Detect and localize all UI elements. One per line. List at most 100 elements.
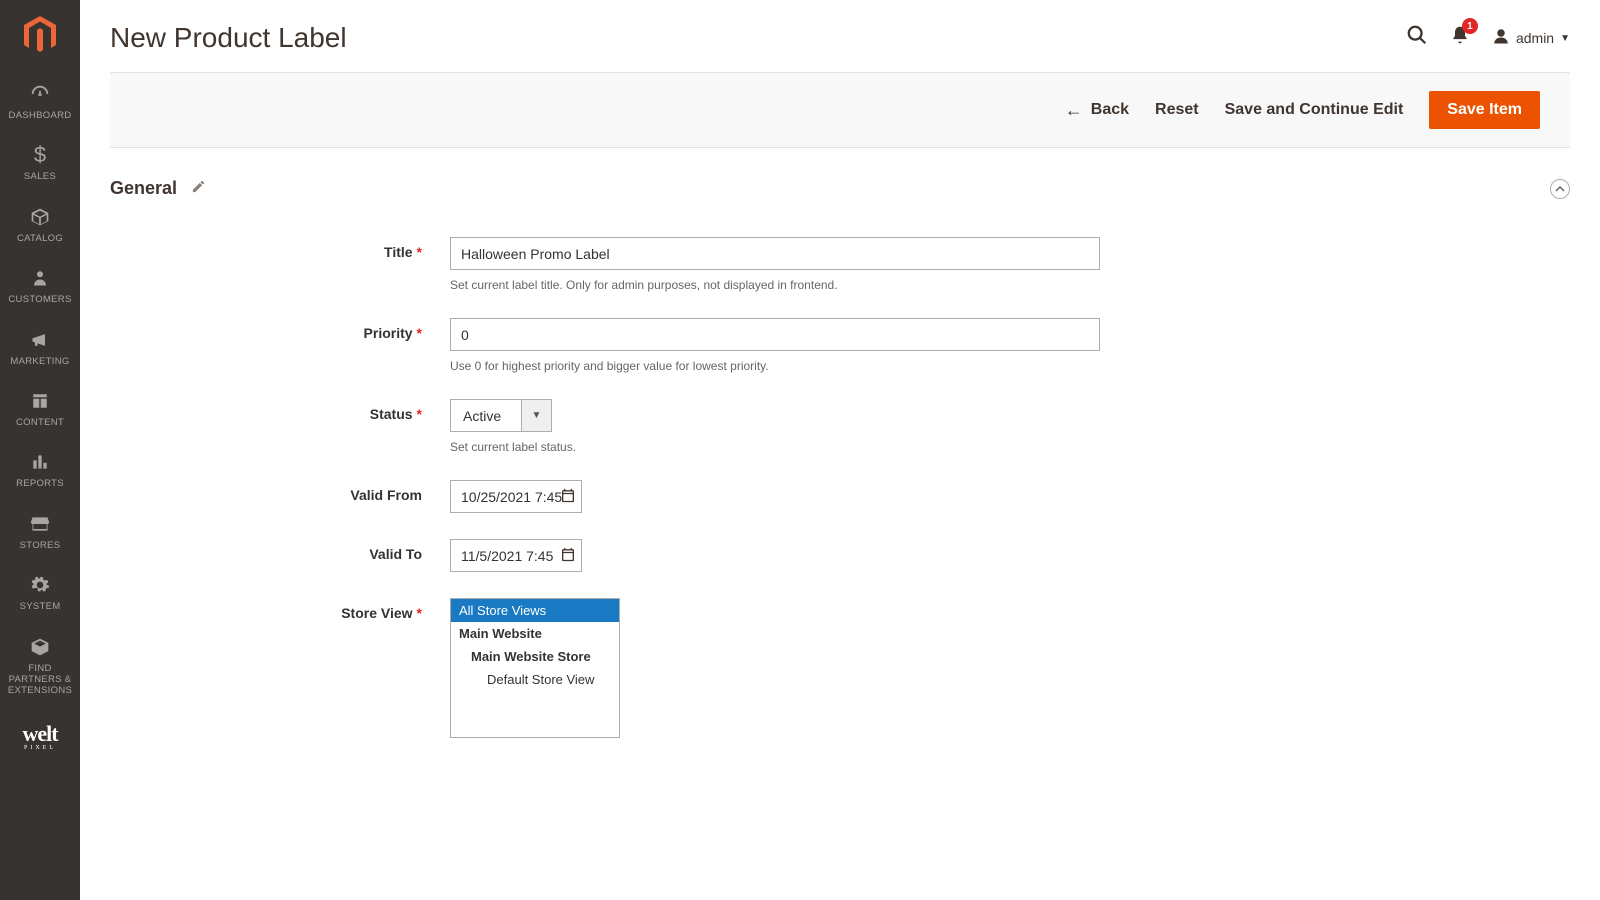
notification-count-badge: 1 [1462,18,1478,34]
bar-chart-icon [30,450,50,474]
sidebar-item-content[interactable]: CONTENT [0,377,80,438]
welt-logo-text: welt [22,721,57,746]
collapse-icon[interactable] [1550,179,1570,199]
priority-input[interactable] [450,318,1100,351]
valid-to-label: Valid To [140,539,450,562]
title-row: Title* Set current label title. Only for… [140,237,1540,292]
store-view-field: All Store Views Main Website Main Websit… [450,598,620,738]
sidebar-item-marketing[interactable]: MARKETING [0,316,80,377]
save-item-button[interactable]: Save Item [1429,91,1540,129]
chevron-down-icon: ▼ [522,399,552,432]
priority-label: Priority* [140,318,450,341]
puzzle-icon [30,635,50,659]
box-icon [30,205,50,229]
store-option-default-store-view[interactable]: Default Store View [451,668,619,691]
section-title: General [110,178,206,199]
status-value: Active [450,399,522,432]
user-menu[interactable]: admin ▼ [1492,26,1570,51]
main-content: New Product Label 1 admin ▼ ← Bac [80,0,1600,804]
sidebar-item-label: CUSTOMERS [8,294,71,305]
priority-help: Use 0 for highest priority and bigger va… [450,359,1100,373]
store-view-multiselect[interactable]: All Store Views Main Website Main Websit… [450,598,620,738]
dollar-icon: $ [34,143,46,167]
store-icon [29,512,51,536]
save-continue-button[interactable]: Save and Continue Edit [1225,101,1404,119]
page-header: New Product Label 1 admin ▼ [80,0,1600,72]
general-section: General Title* Set current label title. … [80,148,1600,804]
store-option-main-website-store[interactable]: Main Website Store [451,645,619,668]
status-select[interactable]: Active ▼ [450,399,552,432]
page-title: New Product Label [110,22,347,54]
sidebar-item-label: MARKETING [10,356,69,367]
valid-from-label: Valid From [140,480,450,503]
sidebar-item-label: SALES [24,171,56,182]
layout-icon [30,389,50,413]
reset-label: Reset [1155,101,1199,119]
required-indicator: * [417,605,422,621]
title-help: Set current label title. Only for admin … [450,278,1100,292]
sidebar-item-sales[interactable]: $ SALES [0,131,80,192]
status-label: Status* [140,399,450,422]
valid-from-field [450,480,582,513]
arrow-left-icon: ← [1065,100,1083,121]
title-input[interactable] [450,237,1100,270]
status-help: Set current label status. [450,440,1100,454]
pencil-icon[interactable] [191,179,206,198]
back-button[interactable]: ← Back [1065,100,1129,121]
sidebar-item-partners[interactable]: FIND PARTNERS & EXTENSIONS [0,623,80,707]
store-view-label: Store View* [140,598,450,621]
save-continue-label: Save and Continue Edit [1225,101,1404,119]
sidebar-item-system[interactable]: SYSTEM [0,561,80,622]
section-header: General [110,178,1570,199]
required-indicator: * [417,244,422,260]
priority-row: Priority* Use 0 for highest priority and… [140,318,1540,373]
calendar-icon[interactable] [560,546,576,565]
header-actions: 1 admin ▼ [1406,24,1570,52]
valid-to-row: Valid To [140,539,1540,572]
dashboard-icon [29,82,51,106]
magento-logo-icon [23,16,57,54]
action-bar: ← Back Reset Save and Continue Edit Save… [110,72,1570,148]
sidebar-item-label: CATALOG [17,233,63,244]
priority-field: Use 0 for highest priority and bigger va… [450,318,1100,373]
sidebar-item-label: DASHBOARD [9,110,72,121]
reset-button[interactable]: Reset [1155,101,1199,119]
title-label: Title* [140,237,450,260]
sidebar-item-label: CONTENT [16,417,64,428]
chevron-down-icon: ▼ [1560,33,1570,44]
megaphone-icon [29,328,51,352]
calendar-icon[interactable] [560,487,576,506]
sidebar-item-catalog[interactable]: CATALOG [0,193,80,254]
user-name: admin [1516,30,1554,46]
required-indicator: * [417,406,422,422]
magento-logo[interactable] [0,0,80,70]
person-icon [31,266,49,290]
status-field: Active ▼ Set current label status. [450,399,1100,454]
back-label: Back [1091,101,1129,119]
valid-from-row: Valid From [140,480,1540,513]
sidebar-item-stores[interactable]: STORES [0,500,80,561]
store-option-all[interactable]: All Store Views [451,599,619,622]
admin-sidebar: DASHBOARD $ SALES CATALOG CUSTOMERS MARK… [0,0,80,900]
user-icon [1492,26,1510,51]
sidebar-item-label: FIND PARTNERS & EXTENSIONS [4,663,76,697]
title-field: Set current label title. Only for admin … [450,237,1100,292]
status-row: Status* Active ▼ Set current label statu… [140,399,1540,454]
general-form: Title* Set current label title. Only for… [110,237,1570,804]
store-option-main-website[interactable]: Main Website [451,622,619,645]
store-view-row: Store View* All Store Views Main Website… [140,598,1540,738]
sidebar-item-reports[interactable]: REPORTS [0,438,80,499]
notifications-button[interactable]: 1 [1450,24,1470,52]
sidebar-item-dashboard[interactable]: DASHBOARD [0,70,80,131]
search-icon[interactable] [1406,24,1428,52]
sidebar-item-label: STORES [20,540,61,551]
required-indicator: * [417,325,422,341]
section-title-text: General [110,178,177,199]
valid-to-field [450,539,582,572]
sidebar-item-label: SYSTEM [20,601,61,612]
gear-icon [30,573,50,597]
sidebar-item-customers[interactable]: CUSTOMERS [0,254,80,315]
sidebar-item-welt[interactable]: welt PIXEL [0,707,80,765]
welt-logo-sub: PIXEL [22,745,57,751]
sidebar-item-label: REPORTS [16,478,64,489]
